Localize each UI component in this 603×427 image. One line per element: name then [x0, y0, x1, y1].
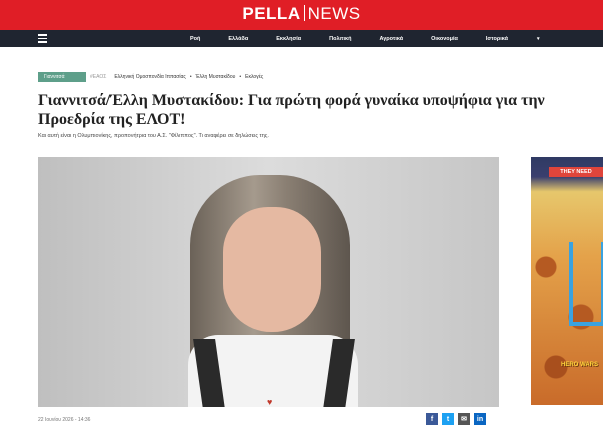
share-buttons: f t ✉ in — [426, 413, 486, 425]
twitter-icon[interactable]: t — [442, 413, 454, 425]
nav-item-oikonomia[interactable]: Οικονομία — [431, 36, 458, 42]
hashtag[interactable]: #ΕΑΟΣ — [90, 74, 106, 80]
menu-icon[interactable] — [38, 34, 47, 43]
email-icon[interactable]: ✉ — [458, 413, 470, 425]
site-logo[interactable]: PELLA NEWS — [0, 4, 603, 24]
logo-divider — [303, 5, 305, 21]
crumb-sep-1: • — [189, 74, 192, 80]
nav-item-roi[interactable]: Ροή — [190, 36, 200, 42]
nav-item-politiki[interactable]: Πολιτική — [329, 36, 351, 42]
nav-item-istorika[interactable]: Ιστορικά ▾ — [486, 36, 568, 42]
article-date: 22 Ιουνίου 2026 - 14:36 — [38, 417, 91, 423]
breadcrumb: Γιαννιτσά #ΕΑΟΣ Ελληνική Ομοσπονδία Ιππα… — [38, 72, 263, 82]
ad-brand: HERO WARS — [561, 362, 599, 368]
article-title: Γιαννιτσά/Έλλη Μυστακίδου: Για πρώτη φορ… — [38, 92, 545, 128]
crumb-person[interactable]: Έλλη Μυστακίδου — [196, 74, 236, 80]
main-nav: Ροή Ελλάδα Εκκλησία Πολιτική Αγροτικά Οι… — [0, 30, 603, 47]
ad-banner-text: THEY NEED — [549, 167, 603, 177]
side-ad[interactable]: THEY NEED HERO WARS — [531, 157, 603, 405]
logo-news: NEWS — [307, 4, 361, 23]
facebook-icon[interactable]: f — [426, 413, 438, 425]
category-badge[interactable]: Γιαννιτσά — [38, 72, 86, 82]
nav-item-ekklisia[interactable]: Εκκλησία — [276, 36, 301, 42]
heart-icon: ♥ — [267, 397, 273, 407]
crumb-sep-2: • — [239, 74, 242, 80]
logo-pella: PELLA — [242, 4, 301, 23]
site-header: PELLA NEWS — [0, 0, 603, 30]
nav-item-ellada[interactable]: Ελλάδα — [228, 36, 248, 42]
crumb-elections[interactable]: Εκλογές — [245, 74, 263, 80]
nav-item-agrotika[interactable]: Αγροτικά — [379, 36, 403, 42]
article-subtitle: Και αυτή είναι η Ολυμπιονίκης, προπονήτρ… — [38, 133, 269, 139]
article-photo: ♥ — [38, 157, 499, 407]
chevron-down-icon: ▾ — [537, 35, 540, 42]
linkedin-icon[interactable]: in — [474, 413, 486, 425]
crumb-federation[interactable]: Ελληνική Ομοσπονδία Ιππασίας — [114, 74, 185, 80]
nav-links: Ροή Ελλάδα Εκκλησία Πολιτική Αγροτικά Οι… — [190, 30, 596, 47]
